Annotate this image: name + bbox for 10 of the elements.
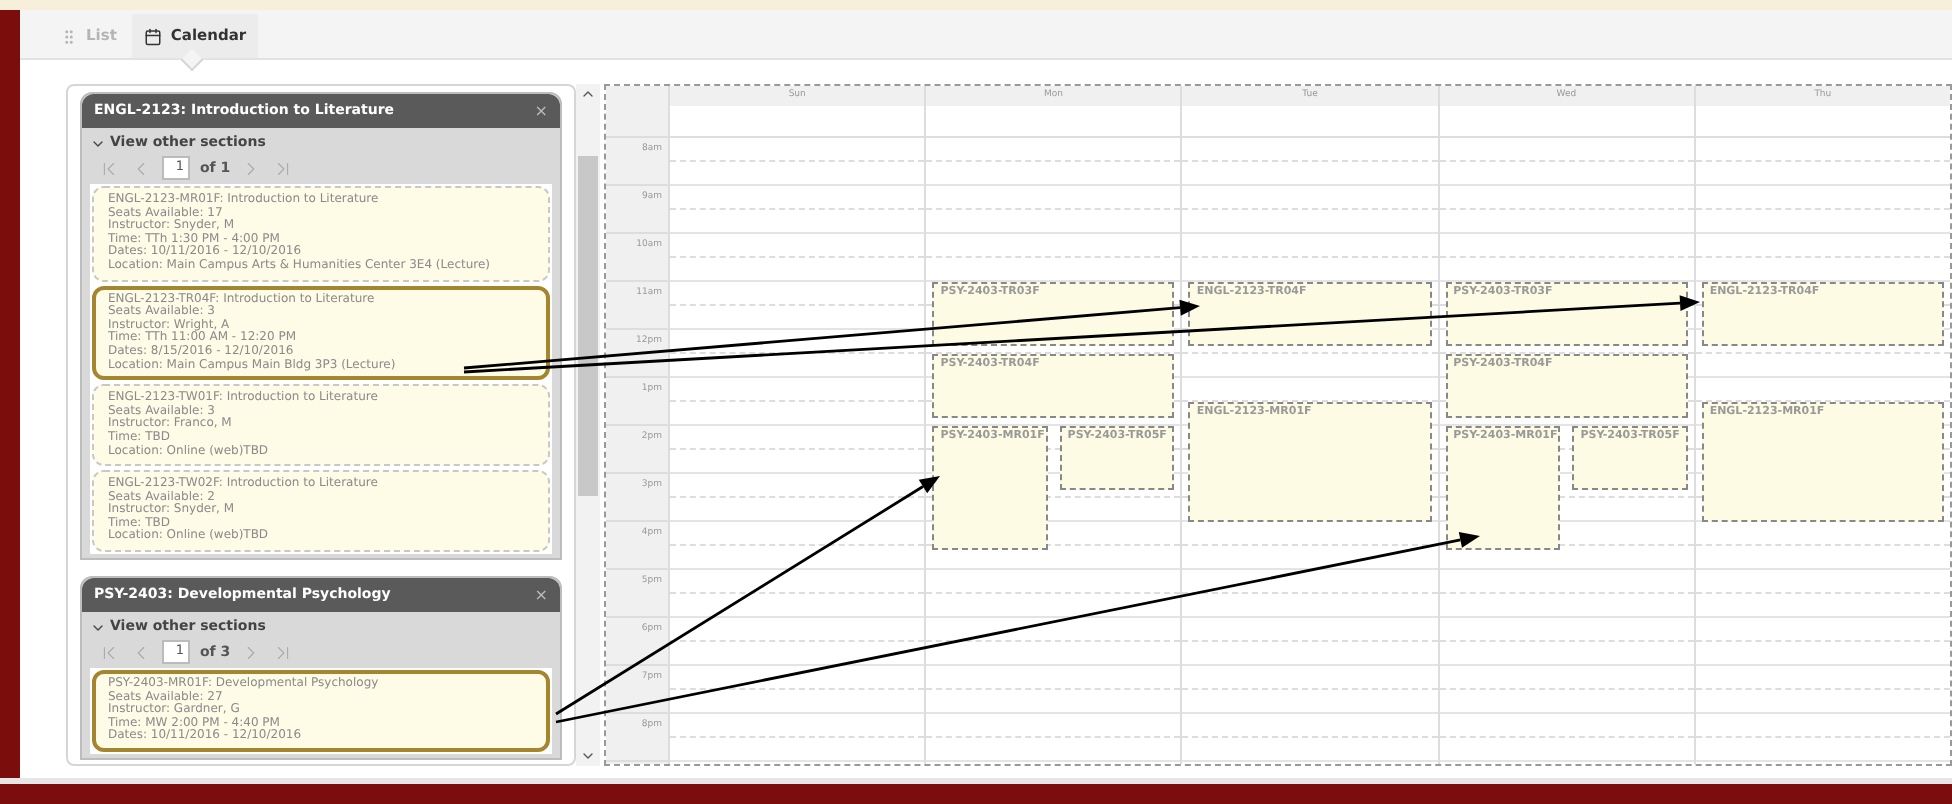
scroll-up-icon xyxy=(580,86,596,102)
close-button[interactable]: × xyxy=(534,587,548,604)
close-button[interactable]: × xyxy=(534,103,548,119)
section-card[interactable] xyxy=(92,186,550,282)
scrollbar[interactable] xyxy=(576,84,600,766)
list-icon xyxy=(60,27,78,45)
first-page-icon[interactable] xyxy=(98,157,120,179)
calendar-icon xyxy=(144,27,163,45)
first-page-icon[interactable] xyxy=(98,641,120,664)
scroll-down-icon xyxy=(580,748,596,764)
